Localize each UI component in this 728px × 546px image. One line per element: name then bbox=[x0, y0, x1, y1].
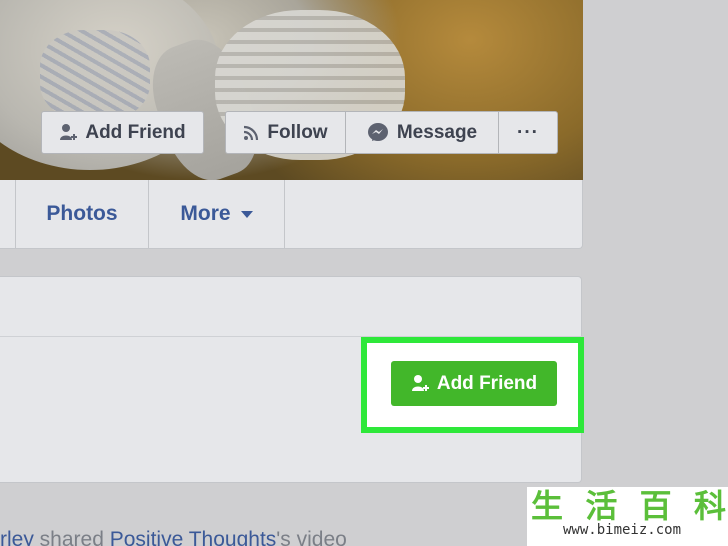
profile-nav-tabs: Photos More bbox=[0, 180, 583, 249]
person-plus-icon bbox=[411, 374, 429, 394]
message-label: Message bbox=[396, 121, 478, 143]
cover-photo-region bbox=[40, 30, 150, 120]
feed-page-link[interactable]: Positive Thoughts bbox=[110, 528, 277, 546]
add-friend-button[interactable]: Add Friend bbox=[391, 361, 557, 406]
ellipsis-icon: ··· bbox=[517, 121, 539, 143]
cover-add-friend-button[interactable]: Add Friend bbox=[41, 111, 204, 154]
caret-down-icon bbox=[240, 210, 253, 218]
feed-story-line: rley shared Positive Thoughts's video bbox=[0, 528, 420, 546]
watermark-char: 科 bbox=[693, 487, 726, 525]
messenger-icon bbox=[367, 122, 389, 144]
tab-more-label: More bbox=[180, 202, 231, 225]
cover-add-friend-label: Add Friend bbox=[85, 121, 186, 143]
tab-photos-label: Photos bbox=[46, 202, 118, 225]
rss-icon bbox=[243, 125, 259, 141]
more-options-button[interactable]: ··· bbox=[499, 112, 557, 153]
cover-action-buttons: Follow Message ··· bbox=[225, 111, 558, 154]
message-button[interactable]: Message bbox=[346, 112, 499, 153]
follow-button[interactable]: Follow bbox=[226, 112, 346, 153]
tab-photos[interactable]: Photos bbox=[16, 180, 149, 248]
feed-suffix-text: 's video bbox=[276, 528, 347, 546]
tab-more[interactable]: More bbox=[149, 180, 285, 248]
watermark-url: www.bimeiz.com bbox=[563, 522, 682, 538]
watermark-char: 活 bbox=[585, 487, 618, 525]
follow-label: Follow bbox=[267, 121, 328, 143]
tab-truncated[interactable] bbox=[0, 180, 16, 248]
add-friend-label: Add Friend bbox=[436, 372, 538, 394]
watermark-char: 生 bbox=[531, 487, 564, 525]
watermark: 生 活 百 科 www.bimeiz.com bbox=[527, 487, 728, 546]
watermark-char: 百 bbox=[639, 487, 672, 525]
feed-author-link[interactable]: rley bbox=[0, 528, 34, 546]
feed-action-text: shared bbox=[33, 528, 110, 546]
person-plus-icon bbox=[59, 123, 78, 143]
watermark-characters: 生 活 百 科 bbox=[531, 489, 726, 523]
